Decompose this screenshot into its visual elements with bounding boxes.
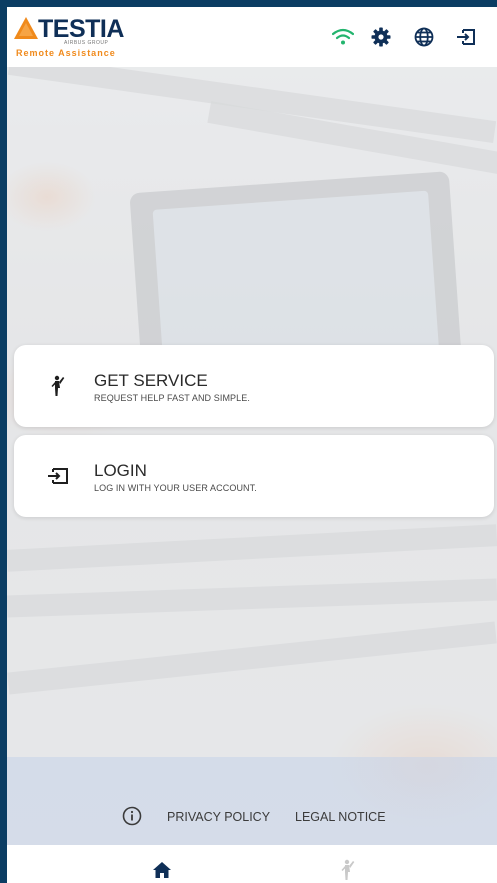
wifi-icon[interactable] (331, 25, 355, 49)
login-icon (46, 464, 70, 488)
gear-icon[interactable] (369, 25, 393, 49)
login-card[interactable]: LOGIN LOG IN WITH YOUR USER ACCOUNT. (14, 435, 494, 517)
footer-links: PRIVACY POLICY LEGAL NOTICE (7, 806, 497, 830)
login-title: LOGIN (94, 461, 147, 480)
legal-notice-link[interactable]: LEGAL NOTICE (295, 810, 386, 824)
globe-icon[interactable] (412, 25, 436, 49)
login-icon[interactable] (454, 25, 478, 49)
person-waving-icon[interactable] (335, 857, 361, 883)
testia-logo: TESTIA AIRBUS GROUP Remote Assistance (14, 13, 144, 61)
login-subtitle: LOG IN WITH YOUR USER ACCOUNT. (94, 483, 257, 493)
privacy-policy-link[interactable]: PRIVACY POLICY (167, 810, 270, 824)
logo-subtitle: Remote Assistance (16, 48, 116, 58)
get-service-title: GET SERVICE (94, 371, 208, 390)
home-icon[interactable] (149, 857, 175, 883)
info-icon[interactable] (122, 806, 142, 826)
logo-triangle-icon (14, 17, 38, 39)
logo-group-text: AIRBUS GROUP (64, 40, 109, 46)
get-service-card[interactable]: GET SERVICE REQUEST HELP FAST AND SIMPLE… (14, 345, 494, 427)
top-app-bar: TESTIA AIRBUS GROUP Remote Assistance (7, 7, 497, 67)
app-window: TESTIA AIRBUS GROUP Remote Assistance GE… (7, 7, 497, 883)
bottom-navigation (7, 845, 497, 883)
get-service-subtitle: REQUEST HELP FAST AND SIMPLE. (94, 393, 250, 403)
person-waving-icon (46, 374, 70, 398)
